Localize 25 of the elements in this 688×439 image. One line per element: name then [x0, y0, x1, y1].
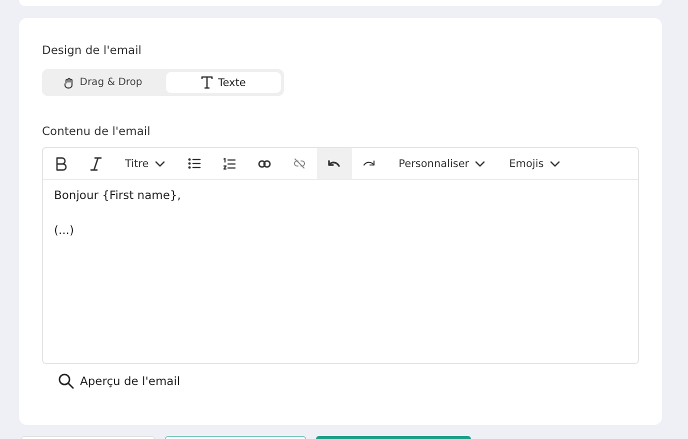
- mode-tab[interactable]: Drag & Drop: [45, 72, 160, 93]
- hand-icon: [62, 76, 75, 88]
- toolbar-button[interactable]: [316, 148, 352, 179]
- caret-icon: [550, 160, 560, 166]
- section-title: Contenu de l'email: [42, 124, 152, 138]
- redo-icon: [363, 160, 376, 167]
- text-icon: [201, 76, 214, 89]
- text-paragraph: Bonjour {First name},: [54, 188, 182, 202]
- link-icon: [258, 160, 271, 168]
- section-title: Design de l'email: [42, 43, 142, 57]
- bulleted-list-icon: [188, 158, 201, 169]
- text-paragraph: (...): [54, 223, 75, 237]
- unlink-icon: [292, 158, 306, 169]
- numbered-list-icon: [222, 158, 236, 170]
- toolbar-dropdown[interactable]: Emojis: [497, 148, 572, 179]
- caret-icon: [475, 160, 486, 166]
- preview-link[interactable]: Aperçu de l'email: [58, 373, 180, 389]
- search-icon: [58, 373, 74, 389]
- toolbar-dropdown[interactable]: Personnaliser: [386, 148, 498, 179]
- italic-icon: [90, 156, 102, 170]
- undo-icon: [328, 160, 340, 168]
- toolbar-dropdown[interactable]: Titre: [113, 148, 177, 179]
- bold-icon: [54, 156, 66, 170]
- caret-icon: [154, 160, 165, 166]
- mode-tab[interactable]: Texte: [166, 72, 281, 93]
